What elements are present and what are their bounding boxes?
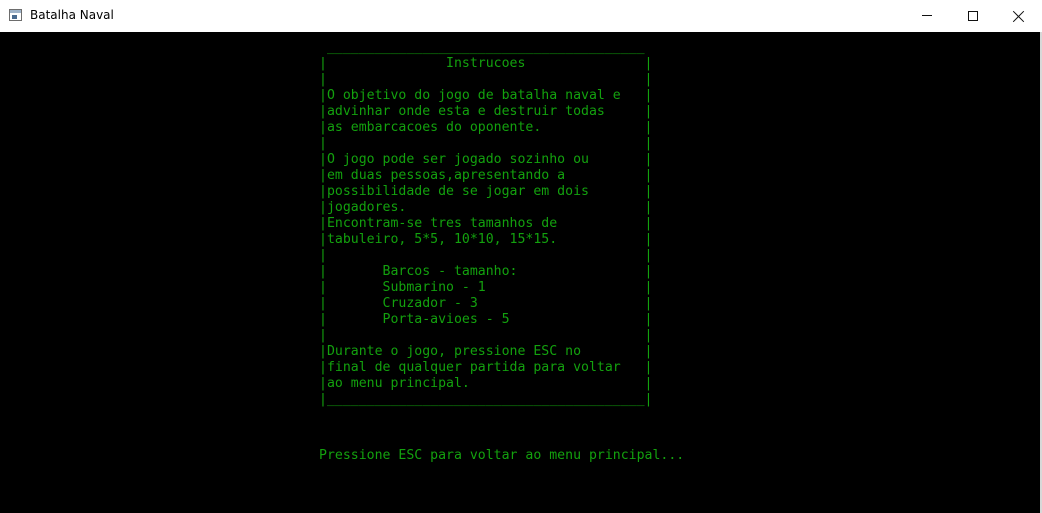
close-button[interactable] (996, 0, 1042, 31)
box-line: | | (319, 248, 653, 263)
esc-prompt: Pressione ESC para voltar ao menu princi… (319, 448, 685, 463)
close-icon (1013, 10, 1025, 22)
box-line: |Encontram-se tres tamanhos de | (319, 216, 653, 231)
box-line: |advinhar onde esta e destruir todas | (319, 104, 653, 119)
box-line: |O jogo pode ser jogado sozinho ou | (319, 152, 653, 167)
box-top-border: ________________________________________ (319, 40, 645, 55)
box-line: |em duas pessoas,apresentando a | (319, 168, 653, 183)
box-line: |jogadores. | (319, 200, 653, 215)
box-line: |tabuleiro, 5*5, 10*10, 15*15. | (319, 232, 653, 247)
boat-porta-avioes: | Porta-avioes - 5 | (319, 312, 653, 327)
box-line: |Durante o jogo, pressione ESC no | (319, 344, 653, 359)
box-line: | | (319, 72, 653, 87)
title-bar[interactable]: Batalha Naval (0, 0, 1042, 32)
box-line: | | (319, 328, 653, 343)
instructions-box: ________________________________________… (319, 40, 652, 408)
box-line: |final de qualquer partida para voltar | (319, 360, 653, 375)
boats-heading: | Barcos - tamanho: | (319, 264, 653, 279)
box-bottom-border: |_______________________________________… (319, 392, 653, 407)
maximize-button[interactable] (950, 0, 996, 31)
maximize-icon (968, 10, 978, 21)
box-line: |as embarcacoes do oponente. | (319, 120, 653, 135)
box-line: |ao menu principal. | (319, 376, 653, 391)
console-app-icon[interactable] (9, 9, 22, 21)
instructions-heading: | Instrucoes | (319, 56, 653, 71)
minimize-icon (922, 15, 932, 16)
box-line: |O objetivo do jogo de batalha naval e | (319, 88, 653, 103)
boat-submarino: | Submarino - 1 | (319, 280, 653, 295)
window-title: Batalha Naval (30, 8, 114, 22)
box-line: | | (319, 136, 653, 151)
boat-cruzador: | Cruzador - 3 | (319, 296, 653, 311)
box-line: |possibilidade de se jogar em dois | (319, 184, 653, 199)
minimize-button[interactable] (904, 0, 950, 31)
